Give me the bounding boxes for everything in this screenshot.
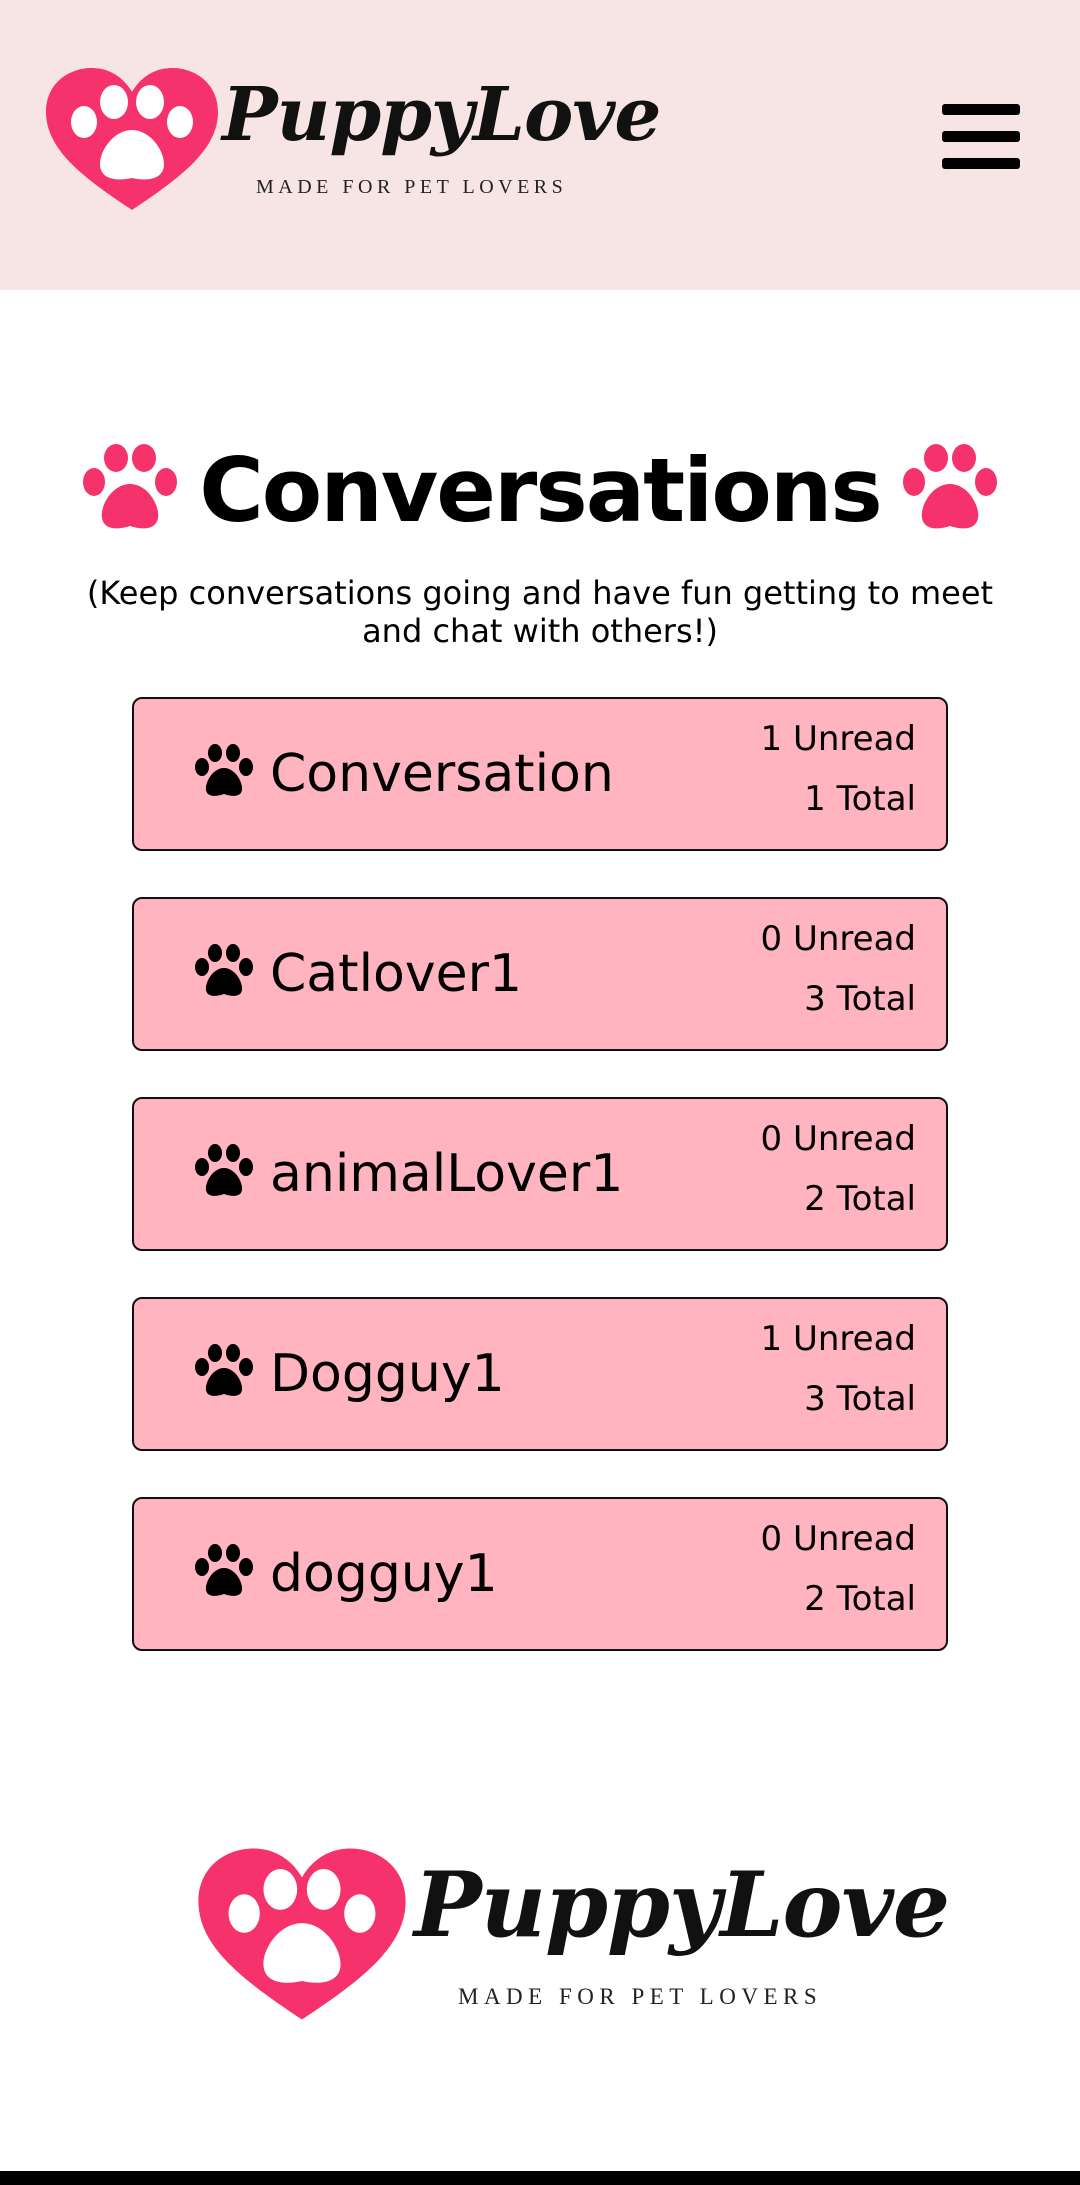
brand-tagline: MADE FOR PET LOVERS — [256, 176, 568, 198]
conversation-name: animalLover1 — [270, 1144, 624, 1204]
brand-name: PuppyLove — [222, 72, 661, 158]
site-header: PuppyLove MADE FOR PET LOVERS — [0, 0, 1080, 290]
conversation-name: Conversation — [270, 744, 614, 804]
paw-icon — [195, 1344, 253, 1396]
total-count: 2 Total — [804, 1579, 916, 1619]
footer-logo[interactable]: PuppyLove MADE FOR PET LOVERS — [196, 1846, 950, 2026]
total-count: 2 Total — [804, 1179, 916, 1219]
hamburger-menu-icon[interactable] — [932, 100, 1022, 180]
page-title-row: Conversations — [0, 436, 1080, 546]
total-count: 1 Total — [804, 779, 916, 819]
conversation-name: dogguy1 — [270, 1544, 498, 1604]
unread-count: 1 Unread — [760, 1319, 916, 1359]
heart-paw-logo-icon — [46, 68, 218, 210]
brand-name: PuppyLove — [414, 1852, 950, 1958]
paw-icon — [195, 944, 253, 996]
unread-count: 0 Unread — [760, 919, 916, 959]
conversation-card[interactable]: animalLover1 0 Unread 2 Total — [132, 1097, 948, 1251]
total-count: 3 Total — [804, 979, 916, 1019]
brand-tagline: MADE FOR PET LOVERS — [458, 1984, 823, 2009]
conversation-card[interactable]: dogguy1 0 Unread 2 Total — [132, 1497, 948, 1651]
paw-icon — [195, 744, 253, 796]
paw-icon — [83, 444, 177, 529]
heart-paw-logo-icon — [198, 1848, 406, 2020]
page-subtitle: (Keep conversations going and have fun g… — [86, 574, 994, 650]
brand-logo[interactable]: PuppyLove MADE FOR PET LOVERS — [44, 66, 661, 216]
conversation-card[interactable]: Catlover1 0 Unread 3 Total — [132, 897, 948, 1051]
unread-count: 1 Unread — [760, 719, 916, 759]
paw-icon — [903, 444, 997, 529]
conversation-name: Catlover1 — [270, 944, 523, 1004]
unread-count: 0 Unread — [760, 1519, 916, 1559]
conversation-card[interactable]: Dogguy1 1 Unread 3 Total — [132, 1297, 948, 1451]
unread-count: 0 Unread — [760, 1119, 916, 1159]
conversation-list: Conversation 1 Unread 1 Total Catlover1 … — [132, 697, 948, 1697]
bottom-bar — [0, 2171, 1080, 2185]
page-title: Conversations — [199, 439, 883, 542]
conversation-name: Dogguy1 — [270, 1344, 505, 1404]
conversation-card[interactable]: Conversation 1 Unread 1 Total — [132, 697, 948, 851]
total-count: 3 Total — [804, 1379, 916, 1419]
paw-icon — [195, 1544, 253, 1596]
paw-icon — [195, 1144, 253, 1196]
